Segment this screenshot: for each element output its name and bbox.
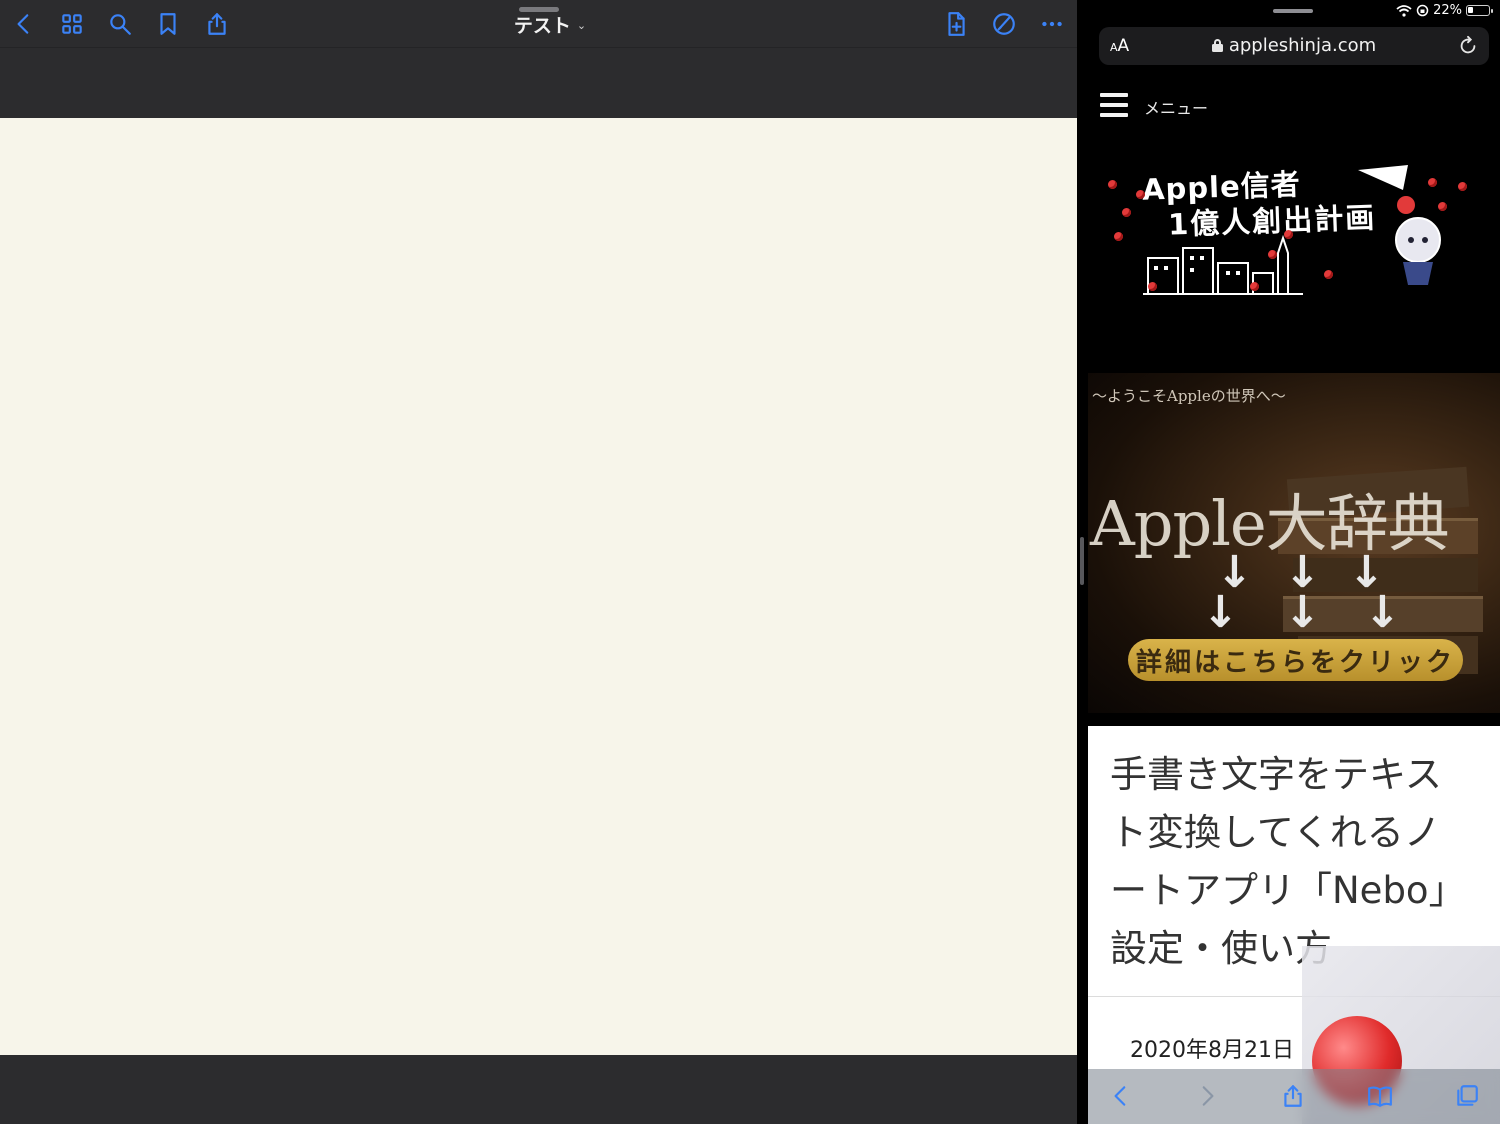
- notes-toolbar: テスト ⌄: [0, 0, 1077, 48]
- apple-decoration-icon: [1250, 282, 1259, 291]
- down-arrow-icon: ↓: [1364, 587, 1401, 638]
- wifi-icon: [1396, 4, 1412, 17]
- share-icon[interactable]: [1278, 1081, 1308, 1111]
- site-menu-bar: メニュー: [1088, 80, 1500, 130]
- orientation-lock-icon: [1416, 4, 1429, 17]
- ipad-split-screen: テスト ⌄ 22% AA appleshinja.com メニュー Apple信…: [0, 0, 1500, 1124]
- notes-app: テスト ⌄: [0, 0, 1077, 1124]
- cta-label: 詳細はこちらをクリック: [1135, 647, 1455, 678]
- apple-decoration-icon: [1122, 208, 1131, 217]
- down-arrow-icon: ↓: [1202, 587, 1239, 638]
- apple-decoration-icon: [1284, 230, 1293, 239]
- site-logo[interactable]: Apple信者 1億人創出計画: [1108, 150, 1480, 300]
- banner-subtitle: 〜ようこそAppleの世界へ〜: [1092, 387, 1286, 405]
- status-indicators: 22%: [1396, 3, 1493, 18]
- safari-app: 22% AA appleshinja.com メニュー Apple信者 1億人創…: [1088, 0, 1500, 1124]
- article-card: 手書き文字をテキスト変換してくれるノートアプリ「Nebo」設定・使い方 2020…: [1088, 726, 1500, 1124]
- apple-decoration-icon: [1136, 190, 1145, 199]
- note-page-canvas[interactable]: [0, 118, 1077, 1055]
- chevron-down-icon: ⌄: [576, 19, 587, 32]
- status-bar: 22%: [1088, 0, 1500, 22]
- down-arrow-icon: ↓: [1284, 587, 1321, 638]
- add-page-icon[interactable]: [940, 8, 972, 40]
- share-icon[interactable]: [201, 8, 233, 40]
- city-skyline-illustration: [1143, 234, 1303, 295]
- document-title-button[interactable]: テスト ⌄: [500, 10, 600, 38]
- page-margin-bottom: [0, 1055, 1077, 1124]
- apple-decoration-icon: [1114, 232, 1123, 241]
- bookmarks-icon[interactable]: [1365, 1081, 1395, 1111]
- tabs-icon[interactable]: [1452, 1081, 1482, 1111]
- document-title: テスト: [513, 14, 571, 37]
- multitasking-handle[interactable]: [1273, 9, 1313, 13]
- bookmark-icon[interactable]: [152, 8, 184, 40]
- back-chevron-icon[interactable]: [8, 8, 40, 40]
- battery-percent: 22%: [1433, 3, 1462, 18]
- apple-decoration-icon: [1324, 270, 1333, 279]
- apple-decoration-icon: [1458, 182, 1467, 191]
- article-date: 2020年8月21日: [1130, 1038, 1294, 1063]
- back-icon[interactable]: [1106, 1081, 1136, 1111]
- apple-decoration-icon: [1428, 178, 1437, 187]
- apple-dictionary-banner[interactable]: 〜ようこそAppleの世界へ〜 Apple大辞典 ↓ ↓ ↓ ↓ ↓ ↓ 詳細は…: [1088, 373, 1500, 713]
- apple-decoration-icon: [1438, 202, 1447, 211]
- safari-bottom-toolbar: [1088, 1069, 1500, 1124]
- battery-icon: [1466, 5, 1493, 16]
- pen-icon[interactable]: [988, 8, 1020, 40]
- apple-decoration-icon: [1108, 180, 1117, 189]
- hamburger-menu-icon[interactable]: [1100, 92, 1130, 118]
- url-text: appleshinja.com: [1228, 35, 1377, 56]
- page-margin-top: [0, 49, 1077, 118]
- banner-title: Apple大辞典: [1090, 487, 1450, 560]
- grid-icon[interactable]: [56, 8, 88, 40]
- apple-decoration-icon: [1148, 282, 1157, 291]
- details-cta-button[interactable]: 詳細はこちらをクリック: [1128, 639, 1463, 681]
- address-bar[interactable]: AA appleshinja.com: [1099, 27, 1489, 65]
- apple-decoration-icon: [1268, 250, 1277, 259]
- menu-label[interactable]: メニュー: [1144, 95, 1208, 119]
- reload-icon[interactable]: [1457, 35, 1479, 57]
- forward-icon[interactable]: [1192, 1081, 1222, 1111]
- split-view-resize-handle[interactable]: [1080, 537, 1084, 585]
- mascot-character-illustration: [1358, 165, 1441, 285]
- lock-icon: [1211, 39, 1223, 52]
- more-icon[interactable]: [1036, 8, 1068, 40]
- article-title[interactable]: 手書き文字をテキスト変換してくれるノートアプリ「Nebo」設定・使い方: [1110, 746, 1470, 978]
- url-display[interactable]: appleshinja.com: [1099, 35, 1489, 56]
- search-icon[interactable]: [104, 8, 136, 40]
